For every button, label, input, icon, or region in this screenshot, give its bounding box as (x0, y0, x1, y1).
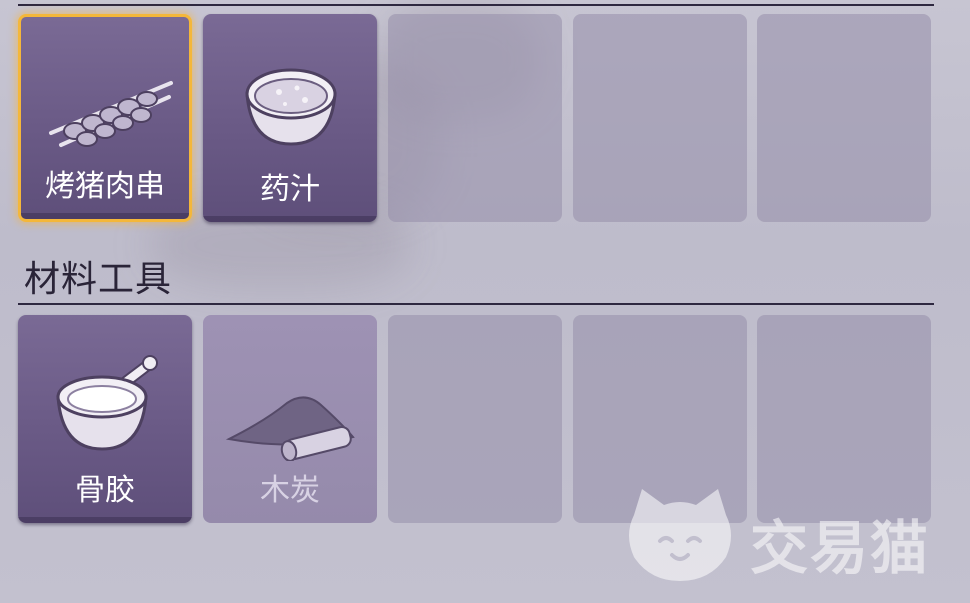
meat-skewer-icon (49, 81, 173, 147)
empty-slot[interactable] (388, 14, 562, 222)
section-divider-top (18, 4, 934, 6)
item-slot-charcoal[interactable]: 木炭 (203, 315, 377, 523)
item-label: 木炭 (260, 473, 320, 508)
item-label: 药汁 (260, 172, 320, 207)
item-slot-potion[interactable]: 药汁 (203, 14, 377, 222)
potion-bowl-icon (245, 68, 337, 146)
cat-logo-icon (629, 489, 731, 581)
item-label: 烤猪肉串 (45, 169, 165, 204)
item-slot-meat-skewer[interactable]: 烤猪肉串 (18, 14, 192, 222)
section-divider (18, 303, 934, 305)
watermark-text: 交易猫 (750, 514, 931, 582)
empty-slot[interactable] (757, 14, 931, 222)
bone-glue-mortar-icon (56, 355, 158, 451)
item-label: 骨胶 (75, 473, 135, 508)
section-title: 材料工具 (24, 259, 173, 300)
watermark: 交易猫 (620, 485, 950, 585)
item-slot-bone-glue[interactable]: 骨胶 (18, 315, 192, 523)
empty-slot[interactable] (388, 315, 562, 523)
empty-slot[interactable] (573, 14, 747, 222)
charcoal-icon (225, 396, 355, 461)
